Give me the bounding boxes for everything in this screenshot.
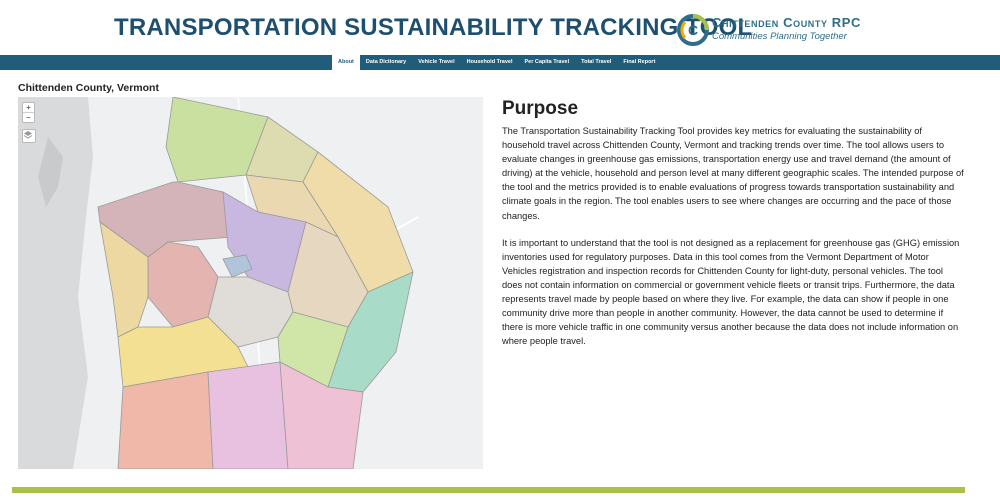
town-region[interactable] [147, 241, 219, 328]
town-region[interactable] [207, 361, 289, 469]
tab-household-travel[interactable]: Household Travel [461, 55, 519, 70]
tab-data-dictionary[interactable]: Data Dictionary [360, 55, 412, 70]
region-title: Chittenden County, Vermont [18, 82, 159, 94]
map-canvas[interactable] [18, 97, 483, 469]
navbar: About Data Dictionary Vehicle Travel Hou… [0, 55, 1000, 70]
app-header: TRANSPORTATION SUSTAINABILITY TRACKING T… [0, 0, 1000, 55]
zoom-in-button[interactable]: + [23, 103, 34, 112]
town-region[interactable] [117, 371, 214, 469]
org-tagline: Communities Planning Together [712, 31, 847, 42]
ccrpc-logo-icon: C [677, 14, 709, 46]
purpose-section: Purpose The Transportation Sustainabilit… [502, 98, 964, 348]
county-map[interactable]: + − [18, 97, 483, 469]
tab-vehicle-travel[interactable]: Vehicle Travel [412, 55, 460, 70]
tab-about[interactable]: About [332, 55, 360, 70]
footer-bar [12, 487, 965, 493]
svg-text:C: C [688, 22, 698, 38]
purpose-paragraph-1: The Transportation Sustainability Tracki… [502, 126, 964, 221]
purpose-paragraph-2: It is important to understand that the t… [502, 237, 960, 347]
zoom-out-button[interactable]: − [23, 112, 34, 122]
zoom-control: + − [22, 102, 35, 123]
tab-per-capita-travel[interactable]: Per Capita Travel [519, 55, 576, 70]
purpose-heading: Purpose [502, 98, 579, 119]
layers-icon[interactable] [22, 129, 36, 143]
tab-total-travel[interactable]: Total Travel [575, 55, 617, 70]
org-name: Chittenden County RPC [712, 15, 862, 30]
tab-final-report[interactable]: Final Report [617, 55, 661, 70]
nav-tabs: About Data Dictionary Vehicle Travel Hou… [332, 55, 661, 70]
app-title: TRANSPORTATION SUSTAINABILITY TRACKING T… [114, 14, 753, 41]
